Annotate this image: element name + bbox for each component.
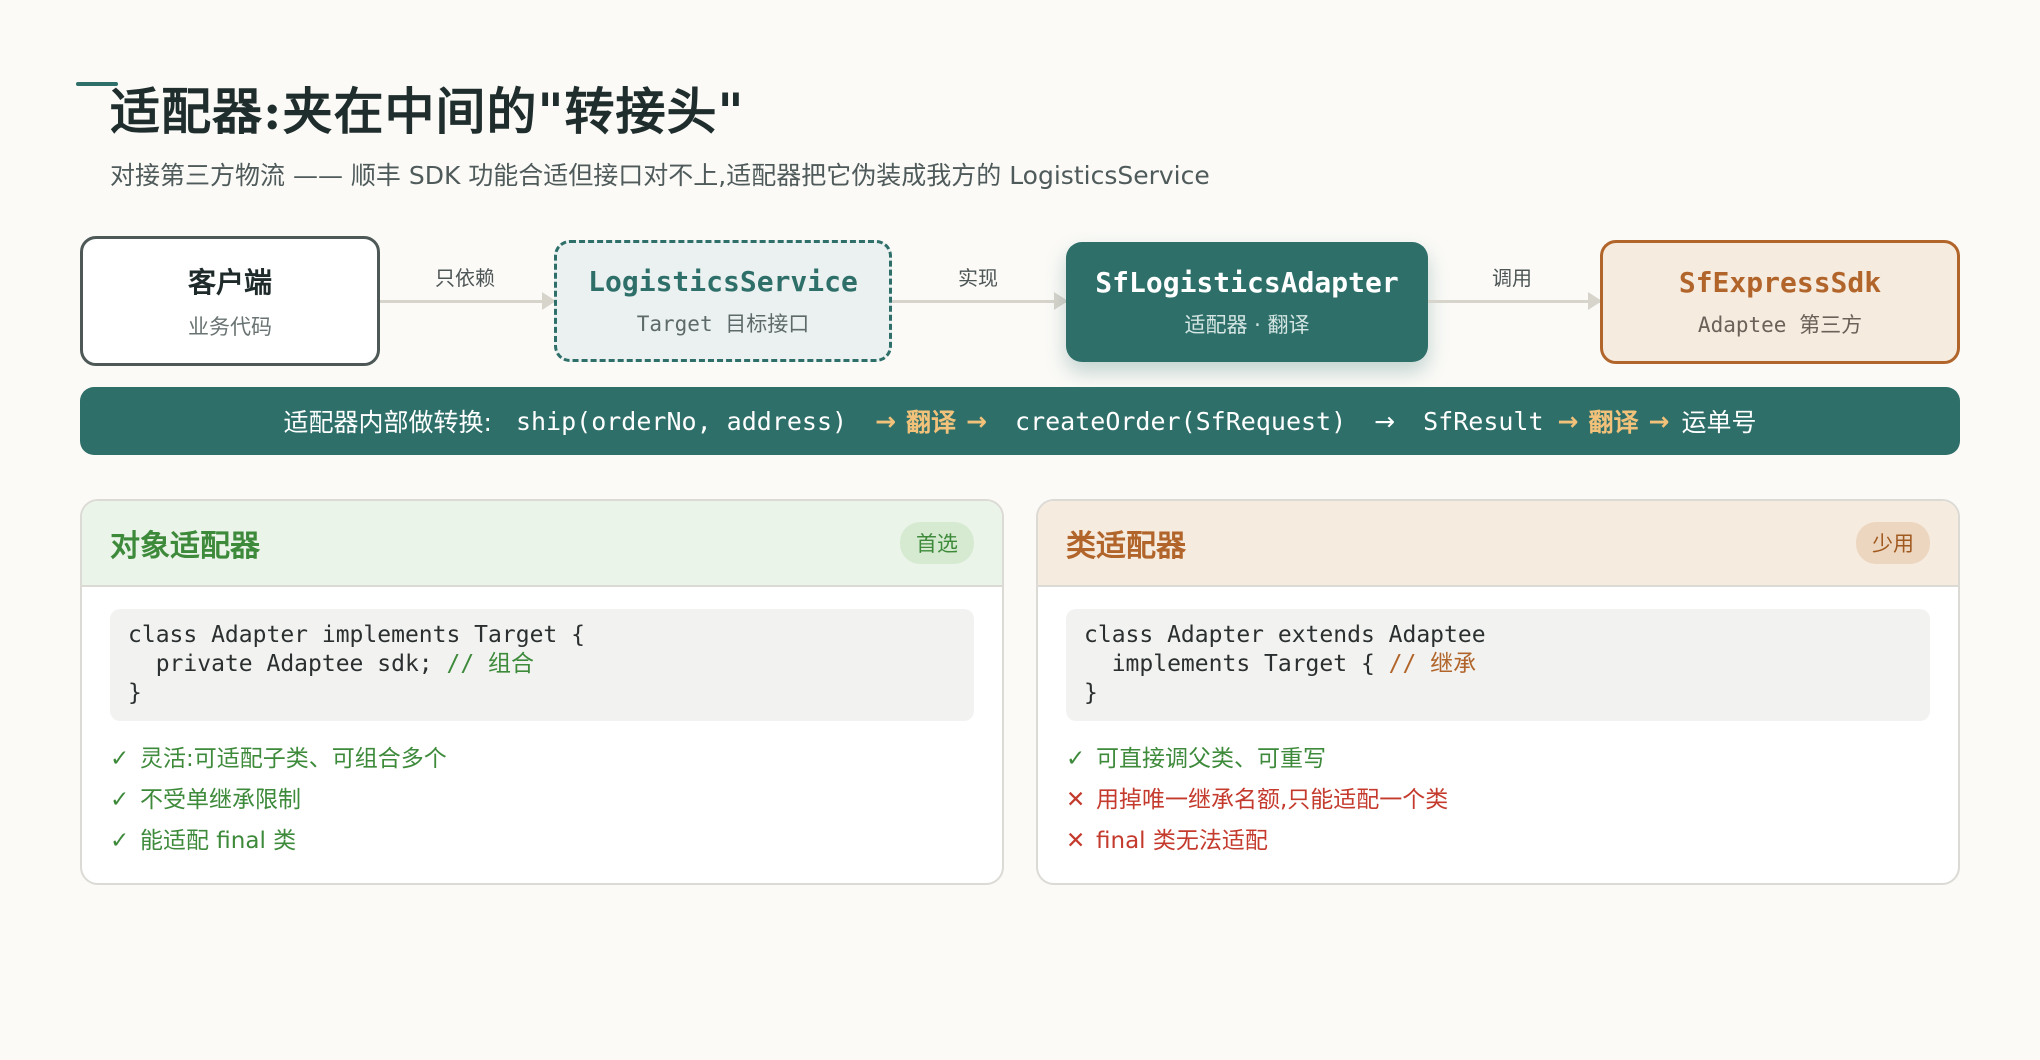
class-adapter-code: class Adapter extends Adaptee implements… [1066, 609, 1930, 721]
code-line: } [128, 680, 142, 706]
list-item: ✓ 灵活:可适配子类、可组合多个 [110, 739, 974, 780]
check-icon: ✓ [110, 828, 130, 854]
cross-icon: ✕ [1066, 787, 1086, 813]
code-line: class Adapter implements Target { [128, 622, 585, 648]
object-adapter-title: 对象适配器 [110, 529, 260, 564]
check-icon: ✓ [1066, 746, 1086, 772]
target-interface-node: LogisticsService Target 目标接口 [554, 240, 892, 362]
rarely-used-badge: 少用 [1856, 522, 1930, 564]
band-arrow-icon: → [966, 406, 988, 436]
check-icon: ✓ [110, 787, 130, 813]
point-text: 灵活:可适配子类、可组合多个 [140, 746, 447, 772]
class-adapter-card-header: 类适配器 少用 [1038, 501, 1958, 587]
band-create-call: createOrder(SfRequest) [1015, 406, 1347, 436]
object-adapter-card: 对象适配器 首选 class Adapter implements Target… [80, 499, 1004, 885]
band-ship-call: ship(orderNo, address) [515, 406, 848, 436]
band-arrow-icon: → [1374, 406, 1396, 436]
band-translate-2: 翻译 [1588, 408, 1639, 437]
sdk-node-title: SfExpressSdk [1678, 265, 1882, 299]
client-node: 客户端 业务代码 [80, 236, 380, 366]
sdk-node: SfExpressSdk Adaptee 第三方 [1600, 240, 1960, 364]
check-icon: ✓ [110, 746, 130, 772]
band-arrow-icon: → [1648, 406, 1670, 436]
class-adapter-title: 类适配器 [1066, 529, 1186, 564]
object-adapter-card-header: 对象适配器 首选 [82, 501, 1002, 587]
object-adapter-points: ✓ 灵活:可适配子类、可组合多个 ✓ 不受单继承限制 ✓ 能适配 final 类 [110, 739, 974, 862]
code-comment: // 继承 [1388, 651, 1477, 677]
edge-label-calls: 调用 [1492, 266, 1532, 290]
cross-icon: ✕ [1066, 828, 1086, 854]
arrow-target-to-adapter [892, 292, 1068, 310]
adapter-node: SfLogisticsAdapter 适配器 · 翻译 [1066, 242, 1428, 362]
preferred-badge: 首选 [900, 522, 974, 564]
band-result: SfResult [1423, 406, 1544, 436]
object-adapter-code: class Adapter implements Target { privat… [110, 609, 974, 721]
list-item: ✕ final 类无法适配 [1066, 821, 1930, 862]
point-text: 可直接调父类、可重写 [1096, 746, 1326, 772]
page-subtitle: 对接第三方物流 —— 顺丰 SDK 功能合适但接口对不上,适配器把它伪装成我方的… [110, 161, 1210, 190]
band-arrow-icon: → [1557, 406, 1579, 436]
class-adapter-points: ✓ 可直接调父类、可重写 ✕ 用掉唯一继承名额,只能适配一个类 ✕ final 类无法… [1066, 739, 1930, 862]
client-node-title: 客户端 [187, 266, 272, 299]
list-item: ✓ 不受单继承限制 [110, 780, 974, 821]
point-text: 不受单继承限制 [140, 787, 301, 813]
code-line: implements Target { [1084, 651, 1389, 677]
sdk-node-sub: Adaptee 第三方 [1697, 312, 1863, 337]
class-adapter-card: 类适配器 少用 class Adapter extends Adaptee im… [1036, 499, 1960, 885]
band-label: 适配器内部做转换: [283, 408, 492, 437]
client-node-sub: 业务代码 [188, 315, 272, 339]
point-text: 能适配 final 类 [140, 828, 297, 854]
code-line: private Adaptee sdk; [128, 651, 447, 677]
code-line: } [1084, 680, 1098, 706]
arrow-client-to-target [380, 292, 556, 310]
edge-label-depends: 只依赖 [435, 266, 495, 290]
arrow-adapter-to-sdk [1428, 292, 1602, 310]
band-translate-1: 翻译 [906, 408, 957, 437]
target-node-title: LogisticsService [588, 264, 858, 298]
band-waybill: 运单号 [1681, 408, 1757, 437]
band-arrow-icon: → [875, 406, 897, 436]
list-item: ✓ 能适配 final 类 [110, 821, 974, 862]
list-item: ✕ 用掉唯一继承名额,只能适配一个类 [1066, 780, 1930, 821]
adapter-node-sub: 适配器 · 翻译 [1184, 312, 1310, 337]
point-text: final 类无法适配 [1096, 828, 1268, 854]
adapter-node-title: SfLogisticsAdapter [1095, 265, 1399, 299]
translation-band: 适配器内部做转换: ship(orderNo, address) → 翻译 → … [80, 387, 1960, 455]
edge-label-implements: 实现 [958, 266, 998, 290]
code-comment: // 组合 [446, 651, 535, 677]
page-title: 适配器:夹在中间的"转接头" [110, 82, 745, 141]
code-line: class Adapter extends Adaptee [1084, 622, 1486, 648]
target-node-sub: Target 目标接口 [636, 311, 810, 336]
point-text: 用掉唯一继承名额,只能适配一个类 [1096, 787, 1449, 813]
list-item: ✓ 可直接调父类、可重写 [1066, 739, 1930, 780]
